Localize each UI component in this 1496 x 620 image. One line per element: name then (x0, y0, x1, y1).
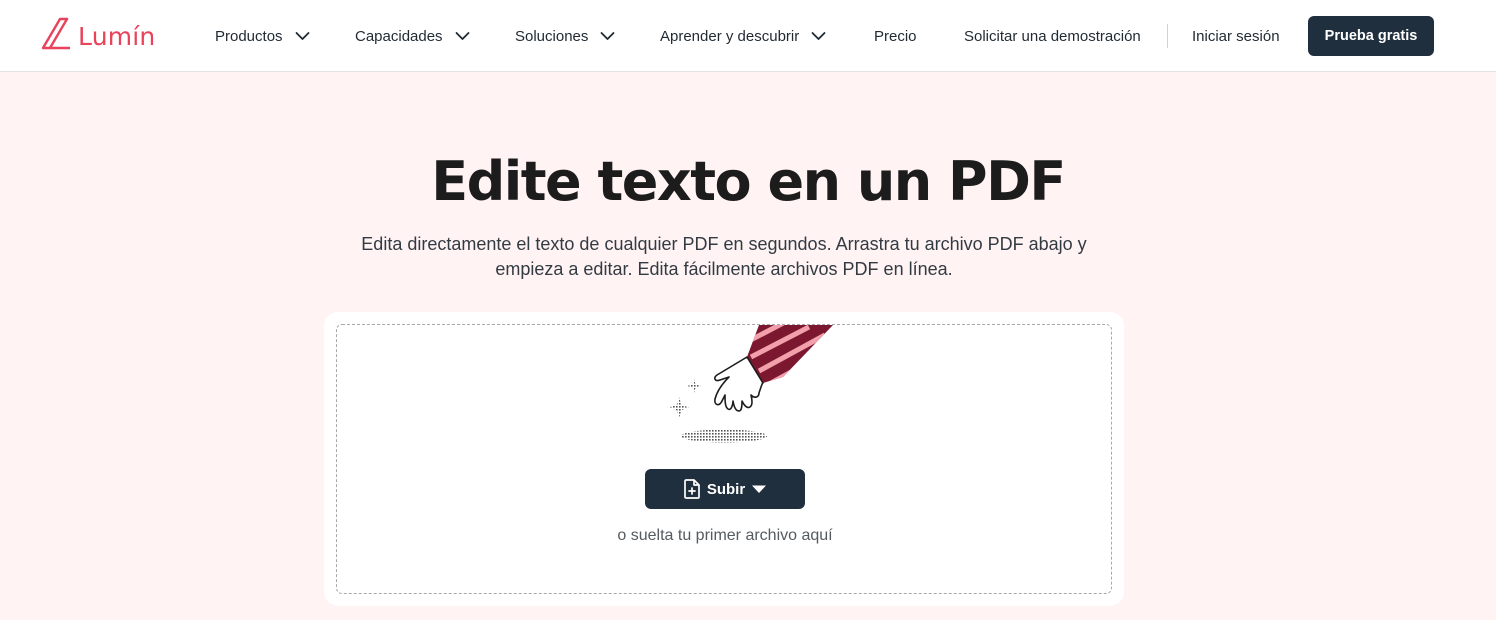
nav-item-soluciones[interactable]: Soluciones (515, 26, 615, 46)
caret-down-icon (751, 484, 767, 494)
sparkle-small (687, 379, 701, 393)
page-subtitle: Edita directamente el texto de cualquier… (361, 234, 1087, 279)
page-title: Edite texto en un PDF (431, 150, 1066, 213)
nav-item-label: Soluciones (515, 27, 589, 45)
nav-item-precio[interactable]: Precio (874, 26, 917, 46)
chevron-down-icon (811, 31, 826, 41)
nav-item-label: Aprender y descubrir (660, 27, 800, 45)
lumin-logo-icon (40, 17, 74, 56)
hand-shadow (681, 429, 767, 443)
lumin-logo[interactable]: Lumín (40, 17, 156, 56)
upload-button[interactable]: Subir (645, 469, 805, 509)
login-link[interactable]: Iniciar sesión (1192, 26, 1280, 46)
file-dropzone[interactable]: Subir o suelta tu primer archivo aquí (336, 324, 1112, 594)
chevron-down-icon (600, 31, 615, 41)
free-trial-button[interactable]: Prueba gratis (1308, 16, 1434, 56)
upload-card: Subir o suelta tu primer archivo aquí (324, 312, 1124, 606)
drop-hint-text: o suelta tu primer archivo aquí (617, 527, 833, 544)
top-navigation: Lumín Productos Capacidades Soluciones A… (0, 0, 1496, 72)
sparkle-large (669, 397, 689, 418)
nav-item-label: Productos (215, 27, 283, 45)
nav-item-label: Capacidades (355, 27, 443, 45)
nav-item-label: Precio (874, 27, 917, 45)
nav-divider (1167, 24, 1168, 48)
upload-button-label: Subir (706, 480, 746, 498)
nav-item-aprender[interactable]: Aprender y descubrir (660, 26, 826, 46)
chevron-down-icon (295, 31, 310, 41)
file-plus-icon (683, 479, 701, 499)
nav-item-capacidades[interactable]: Capacidades (355, 26, 470, 46)
hand-reaching-illustration (669, 325, 833, 443)
nav-item-demo[interactable]: Solicitar una demostración (964, 26, 1141, 46)
login-label: Iniciar sesión (1192, 27, 1280, 45)
nav-item-label: Solicitar una demostración (964, 27, 1141, 45)
nav-item-productos[interactable]: Productos (215, 26, 310, 46)
chevron-down-icon (455, 31, 470, 41)
brand-name: Lumín (78, 21, 156, 51)
